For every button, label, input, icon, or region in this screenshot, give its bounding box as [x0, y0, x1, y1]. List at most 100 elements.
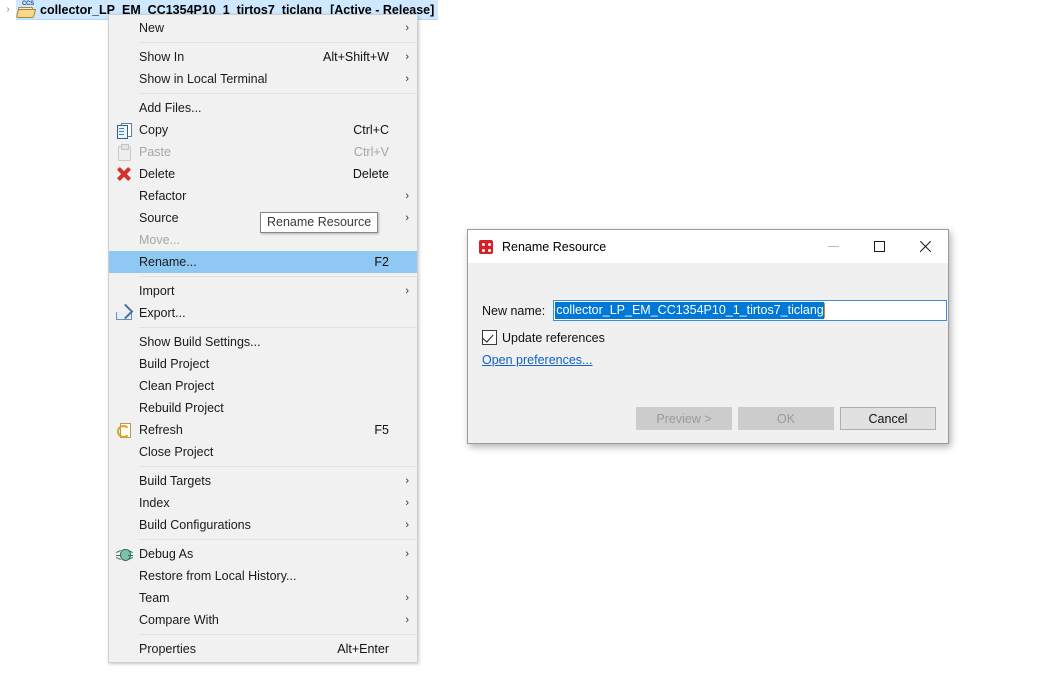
chevron-right-icon: ›: [389, 212, 409, 224]
menu-item-label: Build Configurations: [139, 518, 389, 532]
menu-item-show-in-local-terminal[interactable]: Show in Local Terminal›: [109, 68, 417, 90]
refresh-icon: [117, 423, 131, 438]
menu-item-label: Import: [139, 284, 389, 298]
menu-item-refresh[interactable]: RefreshF5: [109, 419, 417, 441]
maximize-button[interactable]: [856, 231, 902, 263]
update-references-label: Update references: [502, 331, 605, 345]
menu-item-restore-from-local-history[interactable]: Restore from Local History...: [109, 565, 417, 587]
maximize-icon: [874, 241, 885, 252]
minimize-button[interactable]: [810, 231, 856, 263]
menu-item-paste: PasteCtrl+V: [109, 141, 417, 163]
menu-item-build-project[interactable]: Build Project: [109, 353, 417, 375]
menu-item-rename[interactable]: Rename...F2: [109, 251, 417, 273]
menu-separator: [139, 276, 417, 277]
menu-item-shortcut: Delete: [339, 167, 389, 181]
menu-separator: [139, 42, 417, 43]
menu-item-label: Refresh: [139, 423, 360, 437]
menu-item-new[interactable]: New›: [109, 17, 417, 39]
new-name-label: New name:: [482, 304, 545, 318]
close-button[interactable]: [902, 231, 948, 263]
menu-item-icon-slot: [109, 231, 139, 249]
menu-item-label: Show in Local Terminal: [139, 72, 389, 86]
ccs-project-folder-icon: CCS: [17, 2, 35, 18]
menu-item-shortcut: Ctrl+V: [340, 145, 389, 159]
update-references-checkbox[interactable]: [482, 330, 497, 345]
update-references-row[interactable]: Update references: [482, 330, 605, 345]
menu-item-index[interactable]: Index›: [109, 492, 417, 514]
menu-item-icon-slot: [109, 143, 139, 161]
menu-item-properties[interactable]: PropertiesAlt+Enter: [109, 638, 417, 660]
menu-item-icon-slot: [109, 333, 139, 351]
menu-item-show-in[interactable]: Show InAlt+Shift+W›: [109, 46, 417, 68]
menu-item-label: Add Files...: [139, 101, 389, 115]
menu-item-icon-slot: [109, 19, 139, 37]
menu-item-label: Refactor: [139, 189, 389, 203]
menu-item-icon-slot: [109, 187, 139, 205]
chevron-right-icon: ›: [389, 73, 409, 85]
menu-item-export[interactable]: Export...: [109, 302, 417, 324]
text-caret: [824, 303, 825, 318]
chevron-right-icon: ›: [389, 475, 409, 487]
menu-item-icon-slot: [109, 253, 139, 271]
menu-item-icon-slot: [109, 304, 139, 322]
chevron-right-icon: ›: [389, 497, 409, 509]
menu-item-label: Restore from Local History...: [139, 569, 389, 583]
dialog-titlebar[interactable]: Rename Resource: [468, 230, 948, 264]
menu-separator: [139, 93, 417, 94]
menu-item-label: Move...: [139, 233, 389, 247]
menu-item-icon-slot: [109, 355, 139, 373]
menu-item-label: Copy: [139, 123, 339, 137]
menu-separator: [139, 539, 417, 540]
menu-item-icon-slot: [109, 545, 139, 563]
menu-item-add-files[interactable]: Add Files...: [109, 97, 417, 119]
copy-icon: [117, 123, 132, 138]
rename-resource-tooltip: Rename Resource: [260, 212, 378, 233]
open-preferences-link[interactable]: Open preferences...: [482, 353, 592, 367]
menu-item-delete[interactable]: DeleteDelete: [109, 163, 417, 185]
menu-item-shortcut: F2: [360, 255, 389, 269]
menu-item-icon-slot: [109, 567, 139, 585]
minimize-icon: [828, 246, 839, 247]
menu-item-close-project[interactable]: Close Project: [109, 441, 417, 463]
menu-item-build-targets[interactable]: Build Targets›: [109, 470, 417, 492]
menu-separator: [139, 634, 417, 635]
menu-item-refactor[interactable]: Refactor›: [109, 185, 417, 207]
menu-item-icon-slot: [109, 377, 139, 395]
eclipse-cube-icon: [478, 239, 494, 255]
menu-item-icon-slot: [109, 421, 139, 439]
new-name-input[interactable]: collector_LP_EM_CC1354P10_1_tirtos7_ticl…: [553, 300, 947, 321]
menu-item-icon-slot: [109, 99, 139, 117]
menu-item-icon-slot: [109, 70, 139, 88]
tree-expander-icon[interactable]: ›: [0, 4, 16, 15]
menu-item-compare-with[interactable]: Compare With›: [109, 609, 417, 631]
menu-item-debug-as[interactable]: Debug As›: [109, 543, 417, 565]
preview-button: Preview >: [636, 407, 732, 430]
menu-item-shortcut: Ctrl+C: [339, 123, 389, 137]
menu-item-label: Rename...: [139, 255, 360, 269]
menu-item-import[interactable]: Import›: [109, 280, 417, 302]
menu-item-build-configurations[interactable]: Build Configurations›: [109, 514, 417, 536]
menu-item-icon-slot: [109, 165, 139, 183]
menu-item-icon-slot: [109, 472, 139, 490]
menu-item-team[interactable]: Team›: [109, 587, 417, 609]
chevron-right-icon: ›: [389, 548, 409, 560]
menu-item-label: Show In: [139, 50, 309, 64]
new-name-row: New name: collector_LP_EM_CC1354P10_1_ti…: [482, 300, 947, 321]
menu-item-label: Clean Project: [139, 379, 389, 393]
menu-item-icon-slot: [109, 48, 139, 66]
chevron-right-icon: ›: [389, 592, 409, 604]
menu-item-label: Compare With: [139, 613, 389, 627]
menu-item-shortcut: Alt+Shift+W: [309, 50, 389, 64]
project-context-menu[interactable]: New›Show InAlt+Shift+W›Show in Local Ter…: [108, 14, 418, 663]
menu-item-label: Rebuild Project: [139, 401, 389, 415]
menu-item-copy[interactable]: CopyCtrl+C: [109, 119, 417, 141]
dialog-button-bar: Preview >OKCancel: [636, 407, 936, 430]
chevron-right-icon: ›: [389, 190, 409, 202]
menu-item-show-build-settings[interactable]: Show Build Settings...: [109, 331, 417, 353]
menu-item-rebuild-project[interactable]: Rebuild Project: [109, 397, 417, 419]
menu-item-label: Team: [139, 591, 389, 605]
cancel-button[interactable]: Cancel: [840, 407, 936, 430]
menu-item-clean-project[interactable]: Clean Project: [109, 375, 417, 397]
menu-item-icon-slot: [109, 443, 139, 461]
menu-item-label: Index: [139, 496, 389, 510]
